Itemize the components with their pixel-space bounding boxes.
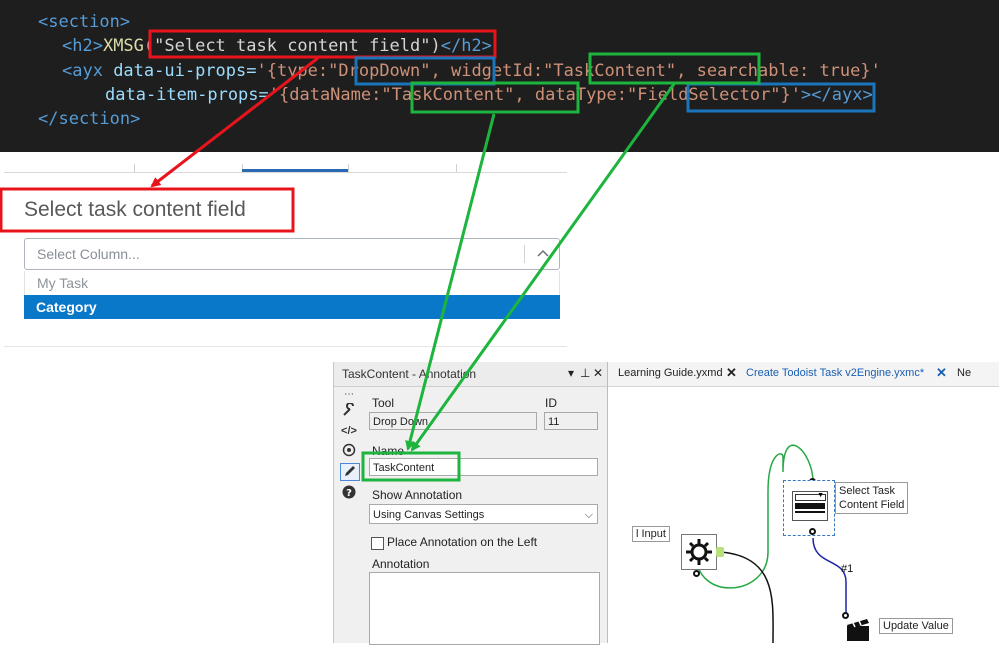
- show-annotation-select[interactable]: Using Canvas Settings ⌵: [369, 504, 598, 524]
- chevron-down-icon[interactable]: ⌵: [585, 505, 593, 525]
- show-annotation-label: Show Annotation: [372, 488, 463, 502]
- id-label: ID: [545, 396, 557, 410]
- update-value-tool[interactable]: [845, 616, 873, 643]
- xmsg-argument: ("Select task content field"): [143, 36, 441, 56]
- h2-close-tag: </h2>: [440, 36, 492, 56]
- active-tab-indicator[interactable]: [242, 169, 348, 172]
- output-connector[interactable]: [716, 547, 724, 557]
- pin-icon[interactable]: ⊥: [580, 366, 590, 380]
- input-tool-label: l Input: [632, 526, 670, 542]
- column-select-dropdown[interactable]: Select Column...: [24, 238, 560, 270]
- tool-label: Tool: [372, 396, 395, 410]
- ui-props-widget-id-value: "TaskContent",: [543, 61, 687, 81]
- ayx-open-tag: <ayx: [62, 61, 103, 81]
- chevron-up-icon[interactable]: [536, 246, 550, 260]
- preview-tab-strip: [4, 160, 567, 173]
- name-input[interactable]: TaskContent: [369, 458, 598, 476]
- ui-props-type-value: "DropDown",: [328, 61, 441, 81]
- select-placeholder: Select Column...: [37, 246, 140, 262]
- tab-divider: [456, 164, 457, 172]
- workflow-canvas[interactable]: Learning Guide.yxmd ✕ Create Todoist Tas…: [607, 362, 999, 643]
- preview-bottom-border: [4, 346, 567, 351]
- xmsg-function: XMSG: [102, 36, 144, 56]
- output-anchor[interactable]: [809, 528, 816, 535]
- close-icon[interactable]: ✕: [593, 366, 603, 380]
- annotation-textarea[interactable]: [369, 572, 600, 645]
- xml-icon[interactable]: </>: [340, 423, 358, 439]
- option-category[interactable]: Category: [24, 295, 560, 319]
- dropdown-options-list: My Task Category: [24, 271, 560, 319]
- clapperboard-icon: [847, 619, 869, 641]
- h2-open-tag: <h2>: [62, 36, 103, 56]
- select-separator: [524, 245, 525, 263]
- annotation-pencil-icon[interactable]: [340, 463, 360, 481]
- dropdown-tool-icon: ▼: [792, 491, 828, 521]
- section-open-tag: <section>: [38, 12, 131, 32]
- field-title: Select task content field: [24, 198, 246, 221]
- svg-text:?: ?: [346, 488, 352, 499]
- item-props-attr: data-item-props=: [105, 85, 269, 105]
- item-props-part3: }': [780, 85, 802, 105]
- item-props-part2: dataType:: [524, 85, 628, 105]
- more-icon[interactable]: ⋯: [340, 387, 358, 403]
- code-line-5: </section>: [38, 108, 140, 130]
- ui-props-part1: '{type:: [256, 61, 329, 81]
- item-props-datatype-value: "FieldSelector": [627, 85, 781, 105]
- update-value-label: Update Value: [879, 618, 953, 634]
- output-anchor[interactable]: [693, 570, 700, 577]
- code-line-1: <section>: [38, 11, 130, 33]
- configuration-window: TaskContent - Annotation ▾ ⊥ ✕ ⋯ </> ? T…: [333, 362, 608, 645]
- place-left-label: Place Annotation on the Left: [387, 535, 538, 549]
- dropdown-preview-panel: Select task content field Select Column.…: [4, 160, 567, 350]
- item-props-part1: '{dataName:: [268, 85, 382, 105]
- gear-globe-icon[interactable]: [340, 443, 358, 459]
- tab-divider: [134, 164, 135, 172]
- place-left-checkbox[interactable]: [371, 537, 384, 550]
- gear-icon: [686, 539, 712, 565]
- wrench-icon[interactable]: [340, 402, 358, 419]
- id-field: 11: [544, 412, 598, 430]
- item-props-dataname-value: "TaskContent",: [381, 85, 525, 105]
- config-side-toolbar: ⋯ </> ?: [334, 387, 364, 643]
- dropdown-interface-tool[interactable]: ▼: [783, 480, 835, 536]
- option-my-task[interactable]: My Task: [24, 271, 560, 295]
- ui-props-attr: data-ui-props=: [102, 61, 257, 81]
- annotation-label: Annotation: [372, 557, 430, 571]
- ui-props-part3: searchable: true}': [686, 61, 881, 81]
- connection-count-label: #1: [841, 563, 854, 575]
- ayx-close-tag: ></ayx>: [801, 85, 873, 105]
- tool-field: Drop Down: [369, 412, 537, 430]
- select-task-label: Select Task Content Field: [835, 482, 909, 514]
- code-snippet-panel: <section> <h2>XMSG("Select task content …: [0, 0, 999, 152]
- config-title-bar: TaskContent - Annotation ▾ ⊥ ✕: [334, 362, 607, 387]
- show-annotation-value: Using Canvas Settings: [373, 509, 485, 521]
- code-line-2: <h2>XMSG("Select task content field")</h…: [62, 35, 492, 57]
- macro-input-tool[interactable]: [681, 534, 717, 570]
- name-label: Name: [372, 444, 405, 458]
- help-icon[interactable]: ?: [340, 485, 358, 501]
- tab-divider: [348, 164, 349, 172]
- section-close-tag: </section>: [38, 109, 141, 129]
- dropdown-menu-icon[interactable]: ▾: [568, 366, 574, 380]
- config-title: TaskContent - Annotation: [342, 367, 477, 381]
- code-line-3: <ayx data-ui-props='{type:"DropDown", wi…: [62, 60, 881, 82]
- code-line-4: data-item-props='{dataName:"TaskContent"…: [105, 84, 873, 106]
- ui-props-part2: widgetId:: [440, 61, 544, 81]
